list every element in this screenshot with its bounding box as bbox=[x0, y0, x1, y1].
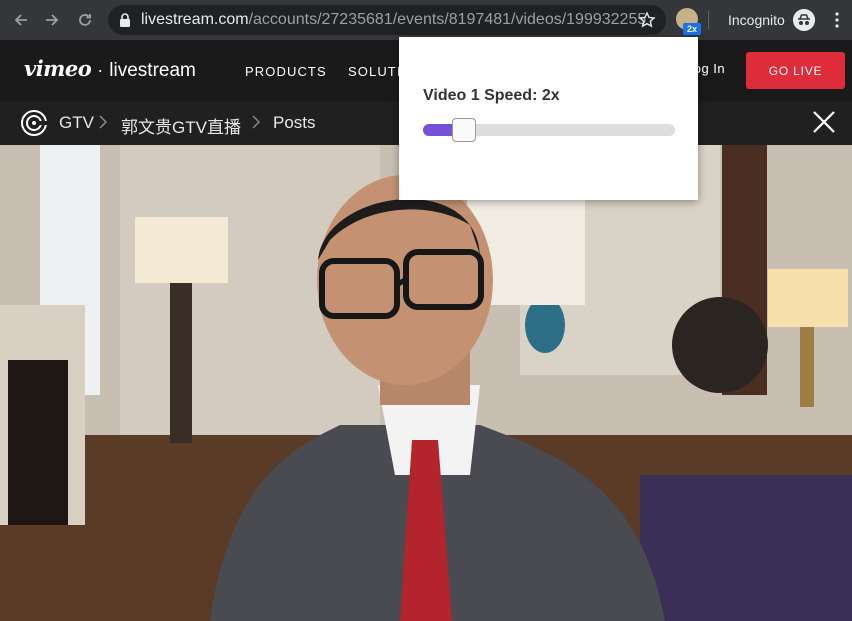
nav-solutions[interactable]: SOLUTIONS bbox=[348, 64, 400, 79]
close-icon[interactable] bbox=[812, 110, 836, 134]
video-frame-image bbox=[0, 145, 852, 621]
reload-icon bbox=[79, 14, 91, 26]
nav-products[interactable]: PRODUCTS bbox=[245, 64, 327, 79]
lock-icon bbox=[120, 13, 130, 27]
incognito-icon[interactable] bbox=[793, 9, 815, 31]
speed-popup: Video 1 Speed: 2x bbox=[399, 37, 698, 200]
logo-vimeo-text: vimeo bbox=[24, 56, 92, 81]
go-live-button[interactable]: GO LIVE bbox=[746, 52, 845, 89]
speed-slider[interactable] bbox=[423, 118, 675, 142]
speed-slider-thumb[interactable] bbox=[451, 118, 476, 142]
breadcrumb-channel[interactable]: 郭文贵GTV直播 bbox=[121, 113, 241, 138]
speed-label: Video 1 Speed: 2x bbox=[423, 87, 560, 104]
toolbar-divider bbox=[708, 11, 709, 29]
incognito-label: Incognito bbox=[728, 12, 785, 28]
back-arrow-icon bbox=[14, 14, 27, 26]
kebab-menu-icon[interactable] bbox=[829, 11, 845, 29]
forward-arrow-icon bbox=[46, 14, 59, 26]
url-host: livestream.com bbox=[141, 11, 249, 28]
star-icon[interactable] bbox=[638, 11, 656, 29]
logo-livestream-text: livestream bbox=[109, 60, 196, 81]
video-player[interactable] bbox=[0, 145, 852, 621]
reload-button[interactable] bbox=[72, 7, 98, 33]
breadcrumb-posts[interactable]: Posts bbox=[273, 113, 316, 133]
vimeo-livestream-logo[interactable]: vimeo · livestream bbox=[24, 56, 196, 82]
browser-toolbar: livestream.com/accounts/27235681/events/… bbox=[0, 0, 852, 40]
back-button[interactable] bbox=[8, 7, 34, 33]
address-bar[interactable]: livestream.com/accounts/27235681/events/… bbox=[108, 5, 666, 35]
logo-separator: · bbox=[97, 60, 104, 80]
breadcrumb-gtv[interactable]: GTV bbox=[59, 113, 94, 133]
extension-badge: 2x bbox=[683, 23, 701, 35]
forward-button[interactable] bbox=[39, 7, 65, 33]
url-path: /accounts/27235681/events/8197481/videos… bbox=[248, 11, 647, 28]
chevron-right-icon bbox=[99, 115, 108, 129]
url-text: livestream.com/accounts/27235681/events/… bbox=[141, 11, 646, 29]
gtv-logo-icon[interactable] bbox=[20, 109, 48, 137]
chevron-right-icon bbox=[252, 115, 261, 129]
